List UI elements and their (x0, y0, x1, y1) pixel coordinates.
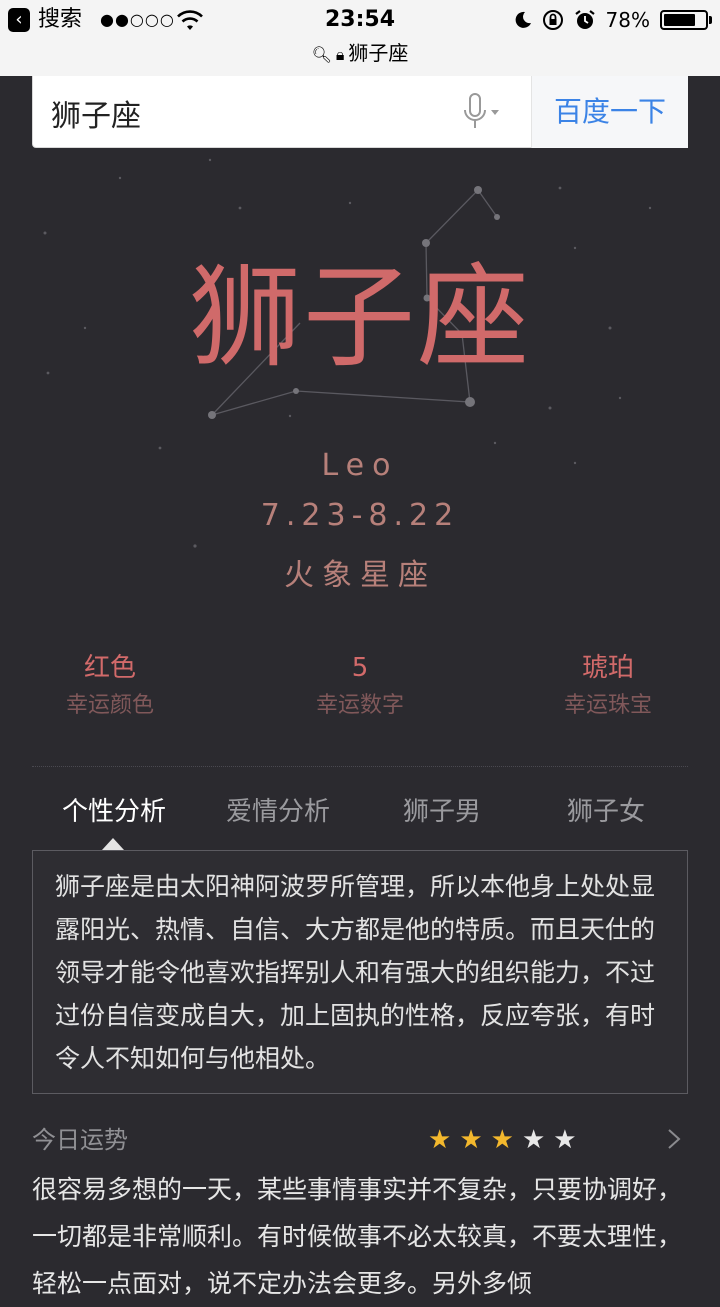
personality-description: 狮子座是由太阳神阿波罗所管理，所以本他身上处处显露阳光、热情、自信、大方都是他的… (32, 850, 688, 1094)
today-fortune-header[interactable]: 今日运势 ★★★★★ (32, 1118, 688, 1162)
tab-personality[interactable]: 个性分析 (32, 788, 196, 836)
status-bar: ‹ 搜索 ●●○○○ 23:54 78% 🔍︎ 🔒︎ 狮子座 (0, 0, 720, 76)
sign-date-range: 7.23-8.22 (260, 498, 460, 533)
fortune-star-rating: ★★★★★ (428, 1118, 585, 1162)
search-input[interactable] (33, 76, 473, 150)
lucky-gem-value: 琥珀 (581, 653, 634, 683)
url-bar[interactable]: 🔍︎ 🔒︎ 狮子座 (0, 38, 720, 68)
url-title: 狮子座 (348, 41, 409, 65)
rotation-lock-icon (542, 10, 563, 30)
lock-icon: 🔒︎ (335, 45, 345, 64)
analysis-tabs: 个性分析 爱情分析 狮子男 狮子女 (32, 788, 688, 836)
tab-leo-male[interactable]: 狮子男 (360, 788, 524, 836)
lucky-number: 5 幸运数字 (270, 650, 450, 726)
status-right-cluster: 78% (514, 6, 712, 34)
battery-percent: 78% (605, 8, 650, 32)
lucky-number-value: 5 (351, 653, 369, 683)
status-row: ‹ 搜索 ●●○○○ 23:54 78% (0, 6, 720, 36)
star-filled-icon: ★ (428, 1125, 460, 1155)
today-fortune-text: 很容易多想的一天，某些事情事实并不复杂，只要协调好，一切都是非常顺利。有时候做事… (32, 1175, 683, 1298)
search-icon: 🔍︎ (311, 45, 332, 64)
star-filled-icon: ★ (490, 1125, 522, 1155)
lucky-color-value: 红色 (83, 653, 136, 683)
section-divider (32, 766, 688, 767)
sign-element: 火象星座 (284, 558, 436, 593)
microphone-dropdown-icon[interactable] (461, 90, 501, 134)
active-tab-pointer (102, 838, 124, 850)
sign-english-name: Leo (321, 448, 399, 483)
star-filled-icon: ★ (459, 1125, 491, 1155)
sign-title: 狮子座 (189, 253, 531, 383)
alarm-icon (574, 10, 595, 29)
tab-leo-female[interactable]: 狮子女 (524, 788, 688, 836)
today-fortune-title: 今日运势 (32, 1126, 128, 1154)
tab-love[interactable]: 爱情分析 (196, 788, 360, 836)
lucky-gem: 琥珀 幸运珠宝 (518, 650, 698, 726)
search-box: 百度一下 (32, 76, 688, 150)
lucky-color: 红色 幸运颜色 (20, 650, 200, 726)
search-submit-button[interactable]: 百度一下 (532, 76, 688, 148)
chevron-right-icon[interactable] (666, 1128, 682, 1150)
moon-icon (515, 11, 531, 28)
star-empty-icon: ★ (521, 1125, 554, 1155)
lucky-color-label: 幸运颜色 (65, 693, 154, 718)
battery-fill (664, 14, 696, 26)
lucky-gem-label: 幸运珠宝 (563, 693, 652, 718)
battery-icon (660, 10, 712, 30)
lucky-number-label: 幸运数字 (315, 693, 404, 718)
star-empty-icon: ★ (553, 1125, 585, 1155)
